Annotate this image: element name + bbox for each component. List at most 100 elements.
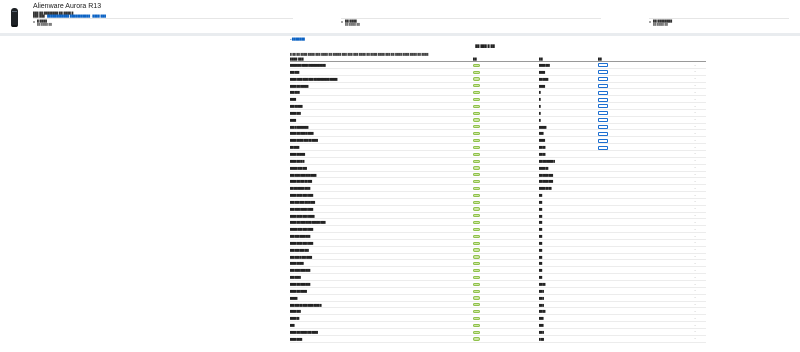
chevron-down-icon[interactable]: ⌄	[694, 248, 696, 251]
table-row[interactable]: ████ █████ ██ ⌄	[290, 260, 706, 268]
table-row[interactable]: ████ ███ ███ ███ ██ ██ ⌄	[290, 281, 706, 288]
table-row[interactable]: ███ ████ ██ ⌄	[290, 274, 706, 281]
table-row[interactable]: ████ █████ ██⌄	[290, 308, 706, 316]
chevron-down-icon[interactable]: ⌄	[694, 289, 696, 292]
chevron-down-icon[interactable]: ⌄	[694, 303, 696, 306]
header-card-2[interactable]: ██ ████ ██ ████ ██	[341, 18, 601, 30]
details-button[interactable]	[598, 118, 608, 123]
table-row[interactable]: ████ ████ ███ ████ ██ ⌄	[290, 192, 706, 199]
chevron-down-icon[interactable]: ⌄	[694, 159, 696, 162]
chevron-down-icon[interactable]: ⌄	[694, 91, 696, 94]
table-row[interactable]: ████ █████ ██⌄	[290, 336, 706, 343]
table-row[interactable]: ████ ██ ███ ⌄	[290, 315, 706, 323]
table-row[interactable]: █████ ██ █ ⌄	[290, 295, 706, 302]
table-row[interactable]: ██ ███ ████ ████ ████ ██ ██ ⌄	[290, 185, 706, 193]
details-button[interactable]	[598, 77, 608, 82]
chevron-down-icon[interactable]: ⌄	[694, 194, 696, 197]
table-row[interactable]: ███ █ ████████ █████ ⌄	[290, 124, 706, 131]
table-row[interactable]: ███ ███ ███ ███ ██ ⌄	[290, 247, 706, 254]
chevron-down-icon[interactable]: ⌄	[694, 255, 696, 258]
chevron-down-icon[interactable]: ⌄	[694, 118, 696, 121]
chevron-down-icon[interactable]: ⌄	[694, 111, 696, 114]
chevron-down-icon[interactable]: ⌄	[694, 235, 696, 238]
table-row[interactable]: ███ ███ ██ ███ ████ ████ █ ██ █ ⌄	[290, 302, 706, 309]
chevron-down-icon[interactable]: ⌄	[694, 139, 696, 142]
chevron-down-icon[interactable]: ⌄	[694, 310, 696, 313]
details-button[interactable]	[598, 138, 608, 143]
chevron-down-icon[interactable]: ⌄	[694, 207, 696, 210]
table-row[interactable]: ████ ███ ███ █ ████ ███ ⌄	[290, 130, 706, 138]
chevron-down-icon[interactable]: ⌄	[694, 262, 696, 265]
table-row[interactable]: █████ ███ ███ ████ ██ ⌄	[290, 226, 706, 234]
table-row[interactable]: ████ █████ ███ ██ ████ ████ ⌄	[290, 137, 706, 145]
table-row[interactable]: ████ ███ ██ ██ ███ ██ ████ ███ ⌄	[290, 178, 706, 186]
table-row[interactable]: ███ ███ ███ ████ ███ ██ ⌄	[290, 199, 706, 206]
chevron-down-icon[interactable]: ⌄	[694, 146, 696, 149]
chevron-down-icon[interactable]: ⌄	[694, 276, 696, 279]
table-row[interactable]: ████ █ ███ ████ ███ ███████████ █████ ██ …	[290, 76, 706, 83]
table-row[interactable]: ███ ███ ████ ⌄	[290, 69, 706, 76]
table-row[interactable]: ███ ██ ███ █ ⌄	[290, 103, 706, 110]
chevron-down-icon[interactable]: ⌄	[694, 283, 696, 286]
header-card-3[interactable]: ██ ████████ ██ ████ ██	[649, 18, 789, 30]
table-row[interactable]: ████ ███ ███ ████ ██████ ███ ██ ⌄	[290, 219, 706, 227]
chevron-down-icon[interactable]: ⌄	[694, 132, 696, 135]
chevron-down-icon[interactable]: ⌄	[694, 296, 696, 299]
table-row[interactable]: ████ █ ⌄	[290, 117, 706, 124]
details-button[interactable]	[598, 111, 608, 116]
chevron-down-icon[interactable]: ⌄	[694, 166, 696, 169]
chevron-down-icon[interactable]: ⌄	[694, 317, 696, 320]
details-button[interactable]	[598, 97, 608, 102]
table-row[interactable]: ████ ███ █ ⌄	[290, 110, 706, 117]
table-row[interactable]: ████ ████ ███ ████ ██ ⌄	[290, 240, 706, 247]
details-button[interactable]	[598, 63, 608, 68]
chevron-down-icon[interactable]: ⌄	[694, 221, 696, 224]
table-row[interactable]: █████ ███ ███ ████ ██ ⌄	[290, 165, 706, 172]
details-button[interactable]	[598, 83, 608, 88]
component-name: ████ ████ ███ ████	[290, 194, 313, 198]
chevron-down-icon[interactable]: ⌄	[694, 241, 696, 244]
chevron-down-icon[interactable]: ⌄	[694, 330, 696, 333]
chevron-down-icon[interactable]: ⌄	[694, 324, 696, 327]
header-card-1[interactable]: █ ████ ██ ████ ██	[33, 18, 293, 30]
chevron-down-icon[interactable]: ⌄	[694, 187, 696, 190]
table-row[interactable]: ███ ███ ⌄	[290, 322, 706, 329]
chevron-down-icon[interactable]: ⌄	[694, 125, 696, 128]
table-row[interactable]: ███ ███ █ ███ ████ ██ ⌄	[290, 254, 706, 261]
details-button[interactable]	[598, 145, 608, 150]
table-row[interactable]: ████ ████ ███ █████ ██ ⌄	[290, 213, 706, 220]
chevron-down-icon[interactable]: ⌄	[694, 105, 696, 108]
chevron-down-icon[interactable]: ⌄	[694, 64, 696, 67]
table-row[interactable]: ████ ███ ████ ███ ████ ██ █ ⌄	[290, 329, 706, 336]
chevron-down-icon[interactable]: ⌄	[694, 228, 696, 231]
chevron-down-icon[interactable]: ⌄	[694, 173, 696, 176]
chevron-down-icon[interactable]: ⌄	[694, 70, 696, 73]
table-row[interactable]: ████████ ████ ████████████ ████ ███ ⌄	[290, 62, 706, 69]
details-button[interactable]	[598, 131, 608, 136]
chevron-down-icon[interactable]: ⌄	[694, 337, 696, 340]
chevron-down-icon[interactable]: ⌄	[694, 152, 696, 155]
details-button[interactable]	[598, 124, 608, 129]
table-row[interactable]: ███ ████ ████ ████ ██ ⌄	[290, 206, 706, 213]
details-button[interactable]	[598, 70, 608, 75]
details-button[interactable]	[598, 90, 608, 95]
table-row[interactable]: ██ ████ ██ ██ ⌄	[290, 144, 706, 151]
table-row[interactable]: ████ ███ █ █ ██ ███ ████ █ ⌄	[290, 158, 706, 165]
table-row[interactable]: ███ ████ ███ ███ ████ ██ ████ ███ ⌄	[290, 172, 706, 179]
table-row[interactable]: ████ ███ ████ ██ █ ⌄	[290, 288, 706, 295]
table-row[interactable]: ████ ██████ ██ ██ ⌄	[290, 151, 706, 158]
chevron-down-icon[interactable]: ⌄	[694, 84, 696, 87]
back-link[interactable]: ◂ ███████	[290, 38, 305, 41]
chevron-down-icon[interactable]: ⌄	[694, 180, 696, 183]
table-row[interactable]: ███ ███ ████ ███ ██ ⌄	[290, 233, 706, 240]
chevron-down-icon[interactable]: ⌄	[694, 214, 696, 217]
table-row[interactable]: ███ ████ ███ ███ ██ ⌄	[290, 267, 706, 275]
table-row[interactable]: ████ ███ █████ ████ ⌄	[290, 83, 706, 90]
chevron-down-icon[interactable]: ⌄	[694, 269, 696, 272]
table-row[interactable]: ███ ██ █ █ ⌄	[290, 89, 706, 97]
chevron-down-icon[interactable]: ⌄	[694, 77, 696, 80]
table-row[interactable]: ████ █ ⌄	[290, 96, 706, 104]
details-button[interactable]	[598, 104, 608, 109]
chevron-down-icon[interactable]: ⌄	[694, 98, 696, 101]
chevron-down-icon[interactable]: ⌄	[694, 200, 696, 203]
